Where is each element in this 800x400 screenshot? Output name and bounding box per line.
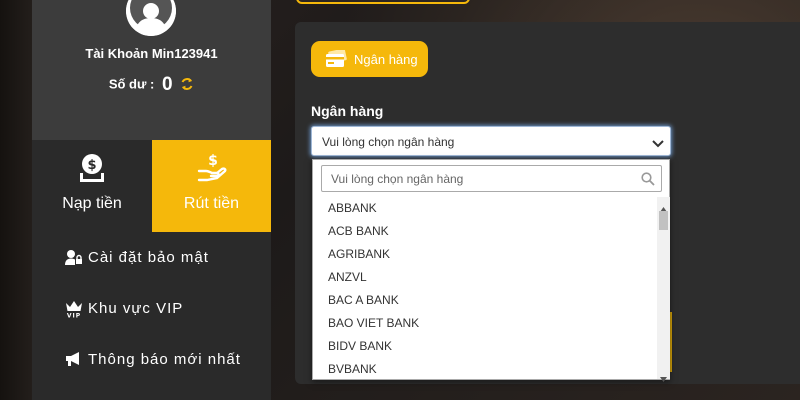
bank-dropdown: ABBANK ACB BANK AGRIBANK ANZVL BAC A BAN… bbox=[312, 159, 670, 382]
sidebar-item-label: Thông báo mới nhất bbox=[88, 351, 241, 368]
bank-select[interactable]: Vui lòng chọn ngân hàng bbox=[311, 126, 671, 156]
list-item[interactable]: BAC A BANK bbox=[313, 289, 657, 312]
deposit-money-icon: $ bbox=[79, 153, 105, 188]
list-item[interactable]: ANZVL bbox=[313, 266, 657, 289]
balance-value: 0 bbox=[161, 74, 173, 95]
sidebar-item-label: Cài đặt bảo mật bbox=[88, 249, 209, 266]
svg-text:$: $ bbox=[208, 153, 218, 169]
bank-method-label: Ngân hàng bbox=[354, 52, 418, 67]
list-item[interactable]: AGRIBANK bbox=[313, 243, 657, 266]
sidebar-item-label: Khu vực VIP bbox=[88, 300, 184, 317]
list-item[interactable]: BAO VIET BANK bbox=[313, 312, 657, 335]
tab-deposit-label: Nạp tiền bbox=[62, 195, 122, 212]
list-item[interactable]: BIDV BANK bbox=[313, 335, 657, 358]
avatar bbox=[126, 0, 176, 36]
balance-label: Số dư : bbox=[108, 76, 155, 92]
scrollbar-thumb[interactable] bbox=[659, 211, 668, 230]
sidebar-item-security-settings[interactable]: Cài đặt bảo mật bbox=[32, 232, 271, 283]
list-item[interactable]: BVBANK bbox=[313, 358, 657, 379]
bank-card-icon bbox=[325, 48, 347, 71]
sidebar-item-vip-area[interactable]: VIP Khu vực VIP bbox=[32, 283, 271, 334]
transaction-tabs: $ Nạp tiền $ Rút tiền bbox=[32, 140, 271, 232]
chevron-down-icon bbox=[652, 136, 664, 154]
account-username: Tài Khoản Min123941 bbox=[85, 46, 218, 61]
scroll-down-arrow-icon[interactable] bbox=[660, 369, 667, 387]
withdraw-hand-money-icon: $ bbox=[197, 153, 227, 188]
user-lock-icon bbox=[65, 249, 83, 269]
megaphone-icon bbox=[65, 351, 81, 371]
svg-text:$: $ bbox=[87, 158, 96, 173]
tab-deposit[interactable]: $ Nạp tiền bbox=[32, 140, 152, 232]
svg-text:VIP: VIP bbox=[67, 313, 81, 319]
bank-select-value: Vui lòng chọn ngân hàng bbox=[322, 135, 455, 149]
balance-row: Số dư : 0 bbox=[32, 74, 271, 96]
user-avatar-icon bbox=[126, 0, 176, 36]
list-item[interactable]: ABBANK bbox=[313, 197, 657, 220]
profile-card: Tài Khoản Min123941 Số dư : 0 bbox=[32, 0, 271, 140]
sidebar-menu: Cài đặt bảo mật VIP Khu vực VIP Thông bá… bbox=[32, 232, 271, 385]
bank-method-button[interactable]: Ngân hàng bbox=[311, 41, 428, 77]
tab-withdraw[interactable]: $ Rút tiền bbox=[152, 140, 271, 232]
tab-withdraw-label: Rút tiền bbox=[183, 195, 240, 212]
search-icon bbox=[641, 172, 655, 191]
dropdown-scrollbar[interactable] bbox=[657, 197, 670, 382]
top-gold-frame bbox=[296, 0, 470, 4]
vip-crown-icon: VIP bbox=[65, 300, 83, 322]
bank-field-label: Ngân hàng bbox=[311, 103, 384, 119]
account-sidebar: Tài Khoản Min123941 Số dư : 0 $ Nạp tiền… bbox=[32, 0, 271, 400]
left-edge-background bbox=[0, 0, 32, 400]
bank-search-box bbox=[321, 165, 662, 192]
bank-search-input[interactable] bbox=[322, 166, 637, 191]
list-item[interactable]: ACB BANK bbox=[313, 220, 657, 243]
bank-options-list: ABBANK ACB BANK AGRIBANK ANZVL BAC A BAN… bbox=[313, 197, 657, 379]
refresh-icon[interactable] bbox=[180, 77, 194, 94]
sidebar-item-latest-notifications[interactable]: Thông báo mới nhất bbox=[32, 334, 271, 385]
